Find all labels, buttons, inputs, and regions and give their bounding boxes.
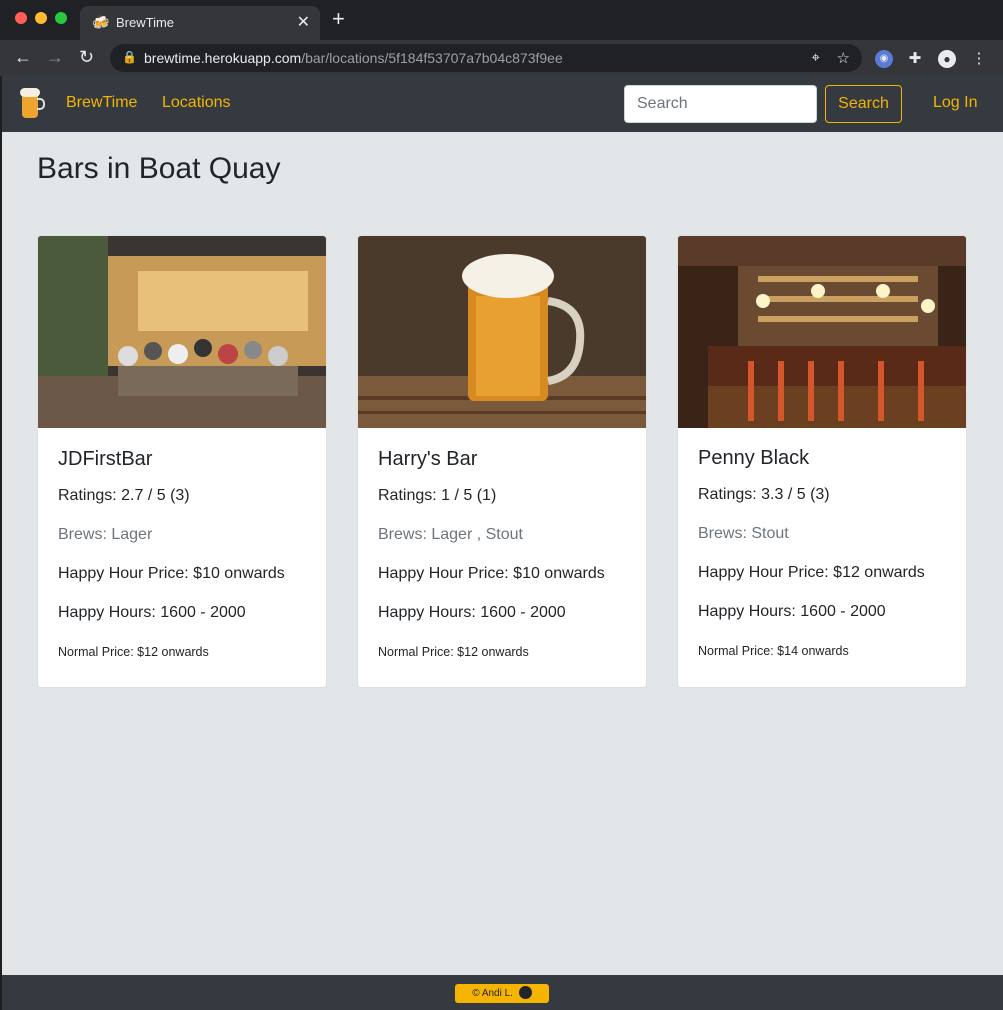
page-title: Bars in Boat Quay (37, 152, 281, 185)
happy-hours: Happy Hours: 1600 - 2000 (378, 604, 566, 621)
happy-hours: Happy Hours: 1600 - 2000 (58, 604, 246, 621)
bar-card[interactable]: JDFirstBar Ratings: 2.7 / 5 (3) Brews: L… (37, 235, 327, 688)
bar-card[interactable]: Penny Black Ratings: 3.3 / 5 (3) Brews: … (677, 235, 967, 688)
maximize-window-icon[interactable] (55, 12, 67, 24)
beer-mug-icon[interactable] (20, 88, 46, 120)
brand-link[interactable]: BrewTime (66, 94, 137, 112)
nav-locations-link[interactable]: Locations (162, 94, 231, 112)
extensions-puzzle-icon[interactable]: ✚ (906, 50, 924, 68)
beer-favicon-icon: 🍻 (92, 14, 110, 30)
bar-rating: Ratings: 2.7 / 5 (3) (58, 487, 190, 504)
new-tab-icon[interactable]: + (332, 8, 345, 30)
search-input[interactable] (624, 85, 817, 123)
back-arrow-icon[interactable]: ← (14, 46, 32, 68)
normal-price: Normal Price: $12 onwards (378, 645, 529, 659)
bar-photo[interactable] (38, 236, 326, 428)
minimize-window-icon[interactable] (35, 12, 47, 24)
github-icon[interactable] (518, 986, 532, 999)
bar-rating: Ratings: 3.3 / 5 (3) (698, 486, 830, 503)
site-footer: © Andi L. (2, 975, 1003, 1010)
location-icon[interactable]: ⌖ (812, 49, 820, 66)
close-window-icon[interactable] (15, 12, 27, 24)
bar-name[interactable]: Harry's Bar (378, 448, 626, 471)
bar-photo[interactable] (678, 236, 966, 428)
normal-price: Normal Price: $14 onwards (698, 644, 849, 658)
happy-hour-price: Happy Hour Price: $10 onwards (58, 565, 285, 582)
bar-card-body: Penny Black Ratings: 3.3 / 5 (3) Brews: … (698, 428, 946, 658)
browser-toolbar: ← → ↻ 🔒 brewtime.herokuapp.com/bar/locat… (0, 40, 1003, 76)
browser-menu-icon[interactable]: ⋮ (970, 50, 988, 68)
tab-title: BrewTime (116, 15, 175, 30)
bar-name[interactable]: JDFirstBar (58, 448, 306, 471)
url-text: brewtime.herokuapp.com/bar/locations/5f1… (144, 50, 563, 66)
bar-card-body: Harry's Bar Ratings: 1 / 5 (1) Brews: La… (378, 428, 626, 659)
extension-face-icon[interactable]: ◉ (875, 50, 893, 68)
forward-arrow-icon[interactable]: → (46, 46, 64, 68)
bar-brews: Brews: Stout (698, 525, 789, 542)
bar-brews: Brews: Lager , Stout (378, 526, 523, 543)
bar-card-body: JDFirstBar Ratings: 2.7 / 5 (3) Brews: L… (58, 428, 306, 659)
profile-avatar-icon[interactable]: ● (938, 50, 956, 68)
page-viewport: BrewTime Locations Search Log In Bars in… (2, 76, 1003, 1010)
footer-credit-badge[interactable]: © Andi L. (455, 984, 549, 1003)
bar-photo[interactable] (358, 236, 646, 428)
address-bar[interactable]: 🔒 brewtime.herokuapp.com/bar/locations/5… (110, 44, 862, 72)
normal-price: Normal Price: $12 onwards (58, 645, 209, 659)
bar-brews: Brews: Lager (58, 526, 153, 543)
bookmark-star-icon[interactable]: ☆ (837, 49, 850, 67)
happy-hour-price: Happy Hour Price: $12 onwards (698, 564, 925, 581)
login-link[interactable]: Log In (933, 94, 977, 112)
bar-rating: Ratings: 1 / 5 (1) (378, 487, 497, 504)
bar-name[interactable]: Penny Black (698, 447, 946, 470)
reload-icon[interactable]: ↻ (79, 46, 94, 68)
happy-hour-price: Happy Hour Price: $10 onwards (378, 565, 605, 582)
footer-credit: © Andi L. (472, 988, 513, 999)
tab-close-icon[interactable]: ✕ (297, 12, 310, 32)
browser-tab-bar: 🍻 BrewTime ✕ + (0, 0, 1003, 40)
happy-hours: Happy Hours: 1600 - 2000 (698, 603, 886, 620)
site-navbar: BrewTime Locations Search Log In (2, 76, 1003, 132)
bar-card[interactable]: Harry's Bar Ratings: 1 / 5 (1) Brews: La… (357, 235, 647, 688)
search-button[interactable]: Search (825, 85, 902, 123)
lock-icon: 🔒 (122, 50, 137, 64)
browser-tab[interactable]: 🍻 BrewTime ✕ (80, 6, 320, 40)
